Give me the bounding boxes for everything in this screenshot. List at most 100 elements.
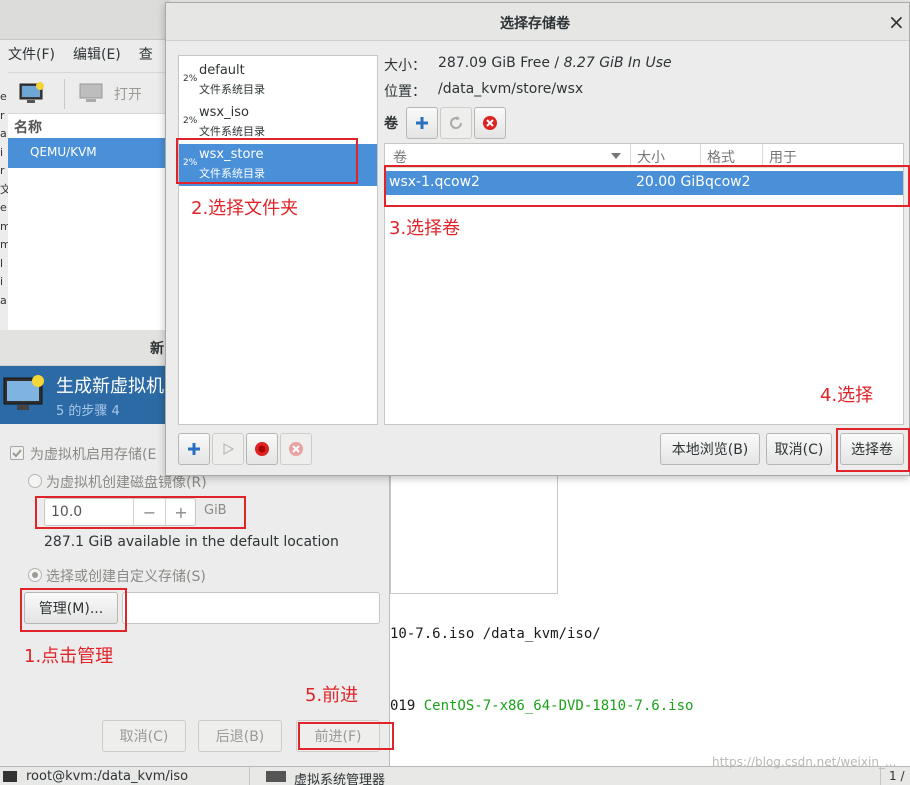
delete-volume-button[interactable] [474, 107, 506, 139]
table-row[interactable]: wsx-1.qcow2 20.00 GiB qcow2 [385, 171, 903, 195]
menu-edit[interactable]: 编辑(E) [73, 44, 121, 70]
pool-type: 文件系统目录 [199, 167, 265, 180]
enable-storage-checkbox[interactable] [10, 446, 24, 460]
pool-name: wsx_iso [199, 105, 249, 120]
col-format[interactable]: 格式 [701, 144, 763, 168]
back-label: 后退(B) [215, 729, 265, 745]
storage-volume-dialog: 选择存储卷 × 2% default 文件系统目录 2% wsx_iso 文件系… [165, 2, 910, 476]
pool-item-wsx-iso[interactable]: 2% wsx_iso 文件系统目录 [179, 102, 377, 144]
dialog-title: 选择存储卷 [500, 16, 570, 32]
pool-name: default [199, 63, 245, 78]
start-pool-button[interactable] [212, 433, 244, 465]
new-vm-icon[interactable] [18, 81, 46, 105]
dialog-titlebar: 选择存储卷 × [166, 3, 909, 41]
delete-pool-button[interactable] [280, 433, 312, 465]
pool-item-default[interactable]: 2% default 文件系统目录 [179, 60, 377, 102]
plus-icon [188, 443, 200, 455]
col-format-label: 格式 [707, 150, 735, 166]
custom-storage-radio[interactable] [28, 568, 42, 582]
choose-volume-button[interactable]: 选择卷 [840, 433, 904, 465]
col-used-by[interactable]: 用于 [763, 144, 903, 168]
name-column-header[interactable]: 名称 [14, 117, 42, 137]
menu-file[interactable]: 文件(F) [8, 44, 55, 70]
pool-usage: 2% [183, 74, 198, 84]
edge-letter: e [0, 90, 7, 103]
terminal-task[interactable]: root@kvm:/data_kvm/iso [0, 767, 250, 785]
size-used: 8.27 GiB In Use [563, 55, 672, 71]
dialog-cancel-button[interactable]: 取消(C) [766, 433, 832, 465]
annotation-step-3: 3.选择卷 [389, 218, 461, 239]
pool-size: 287.09 GiB Free / 8.27 GiB In Use [438, 55, 672, 71]
back-button[interactable]: 后退(B) [198, 720, 282, 752]
custom-storage-label: 选择或创建自定义存储(S) [46, 569, 206, 585]
col-size[interactable]: 大小 [631, 144, 701, 168]
terminal-line-1: 10-7.6.iso /data_kvm/iso/ [390, 626, 601, 642]
col-volume[interactable]: 卷 [385, 144, 631, 168]
available-text: 287.1 GiB available in the default locat… [44, 534, 339, 550]
vmm-menubar: 文件(F) 编辑(E) 查 [8, 44, 170, 70]
cancel-label: 取消(C) [119, 729, 169, 745]
pool-type: 文件系统目录 [199, 83, 265, 96]
wizard-title: 新 [150, 341, 164, 357]
edge-letter: i [0, 275, 4, 288]
add-volume-button[interactable] [406, 107, 438, 139]
browse-local-label: 本地浏览(B) [671, 442, 749, 458]
manage-label: 管理(M)... [38, 601, 104, 617]
pool-usage: 2% [183, 116, 198, 126]
enable-storage-label: 为虚拟机启用存储(E [30, 447, 157, 463]
size-plus-button[interactable]: + [165, 499, 196, 525]
edge-letter: e [0, 201, 7, 214]
vm-list: 名称 QEMU/KVM [8, 114, 170, 330]
stop-pool-button[interactable] [246, 433, 278, 465]
forward-label: 前进(F) [314, 729, 362, 745]
vmm-task[interactable]: 虚拟系统管理器 [258, 767, 508, 785]
refresh-volume-button[interactable] [440, 107, 472, 139]
edge-letter: m [0, 238, 8, 251]
volume-size: 20.00 GiB [636, 174, 705, 190]
wizard-header-title: 生成新虚拟机 [56, 376, 164, 397]
create-image-radio[interactable] [28, 474, 42, 488]
terminal-iso-name: CentOS-7-x86_64-DVD-1810-7.6.iso [423, 698, 694, 714]
annotation-step-5: 5.前进 [305, 685, 359, 706]
col-volume-label: 卷 [393, 150, 407, 166]
pool-name: wsx_store [199, 147, 264, 162]
location-label: 位置： [384, 84, 426, 100]
browse-local-button[interactable]: 本地浏览(B) [660, 433, 760, 465]
edge-letter: a [0, 293, 7, 307]
plus-icon: + [174, 502, 188, 522]
size-stepper[interactable]: 10.0 − + [44, 498, 196, 526]
size-separator: / [549, 55, 564, 71]
menu-view[interactable]: 查 [139, 44, 153, 70]
vmm-titlebar [0, 0, 170, 40]
col-used-by-label: 用于 [769, 150, 797, 166]
add-pool-button[interactable] [178, 433, 210, 465]
size-minus-button[interactable]: − [133, 499, 165, 525]
storage-path-input[interactable] [122, 592, 380, 624]
close-icon[interactable]: × [888, 10, 905, 34]
annotation-step-4: 4.选择 [820, 385, 874, 406]
left-edge-text: e r a i r 文 e m m l i a [0, 88, 8, 310]
edge-letter: i [0, 145, 4, 159]
dialog-cancel-label: 取消(C) [774, 442, 824, 458]
plus-icon [416, 117, 428, 129]
connection-row[interactable]: QEMU/KVM [8, 138, 170, 168]
forward-button[interactable]: 前进(F) [296, 720, 380, 752]
monitor-icon [2, 374, 46, 414]
pool-usage: 2% [183, 158, 198, 168]
annotation-step-2: 2.选择文件夹 [191, 198, 299, 219]
size-unit: GiB [204, 503, 227, 518]
edge-letter: r [0, 108, 5, 122]
vmm-toolbar: 打开 [8, 72, 170, 114]
pool-type: 文件系统目录 [199, 125, 265, 138]
manage-button[interactable]: 管理(M)... [24, 592, 118, 624]
edge-letter: m [0, 219, 8, 233]
cancel-button[interactable]: 取消(C) [102, 720, 186, 752]
pool-item-wsx-store[interactable]: 2% wsx_store 文件系统目录 [179, 144, 377, 186]
watermark: https://blog.csdn.net/weixin_... [712, 755, 897, 769]
annotation-step-1: 1.点击管理 [24, 646, 114, 667]
table-header: 卷 大小 格式 用于 [385, 144, 903, 168]
separator [64, 79, 65, 109]
minus-icon: − [142, 502, 157, 522]
open-label: 打开 [114, 87, 142, 103]
choose-volume-label: 选择卷 [851, 442, 893, 458]
